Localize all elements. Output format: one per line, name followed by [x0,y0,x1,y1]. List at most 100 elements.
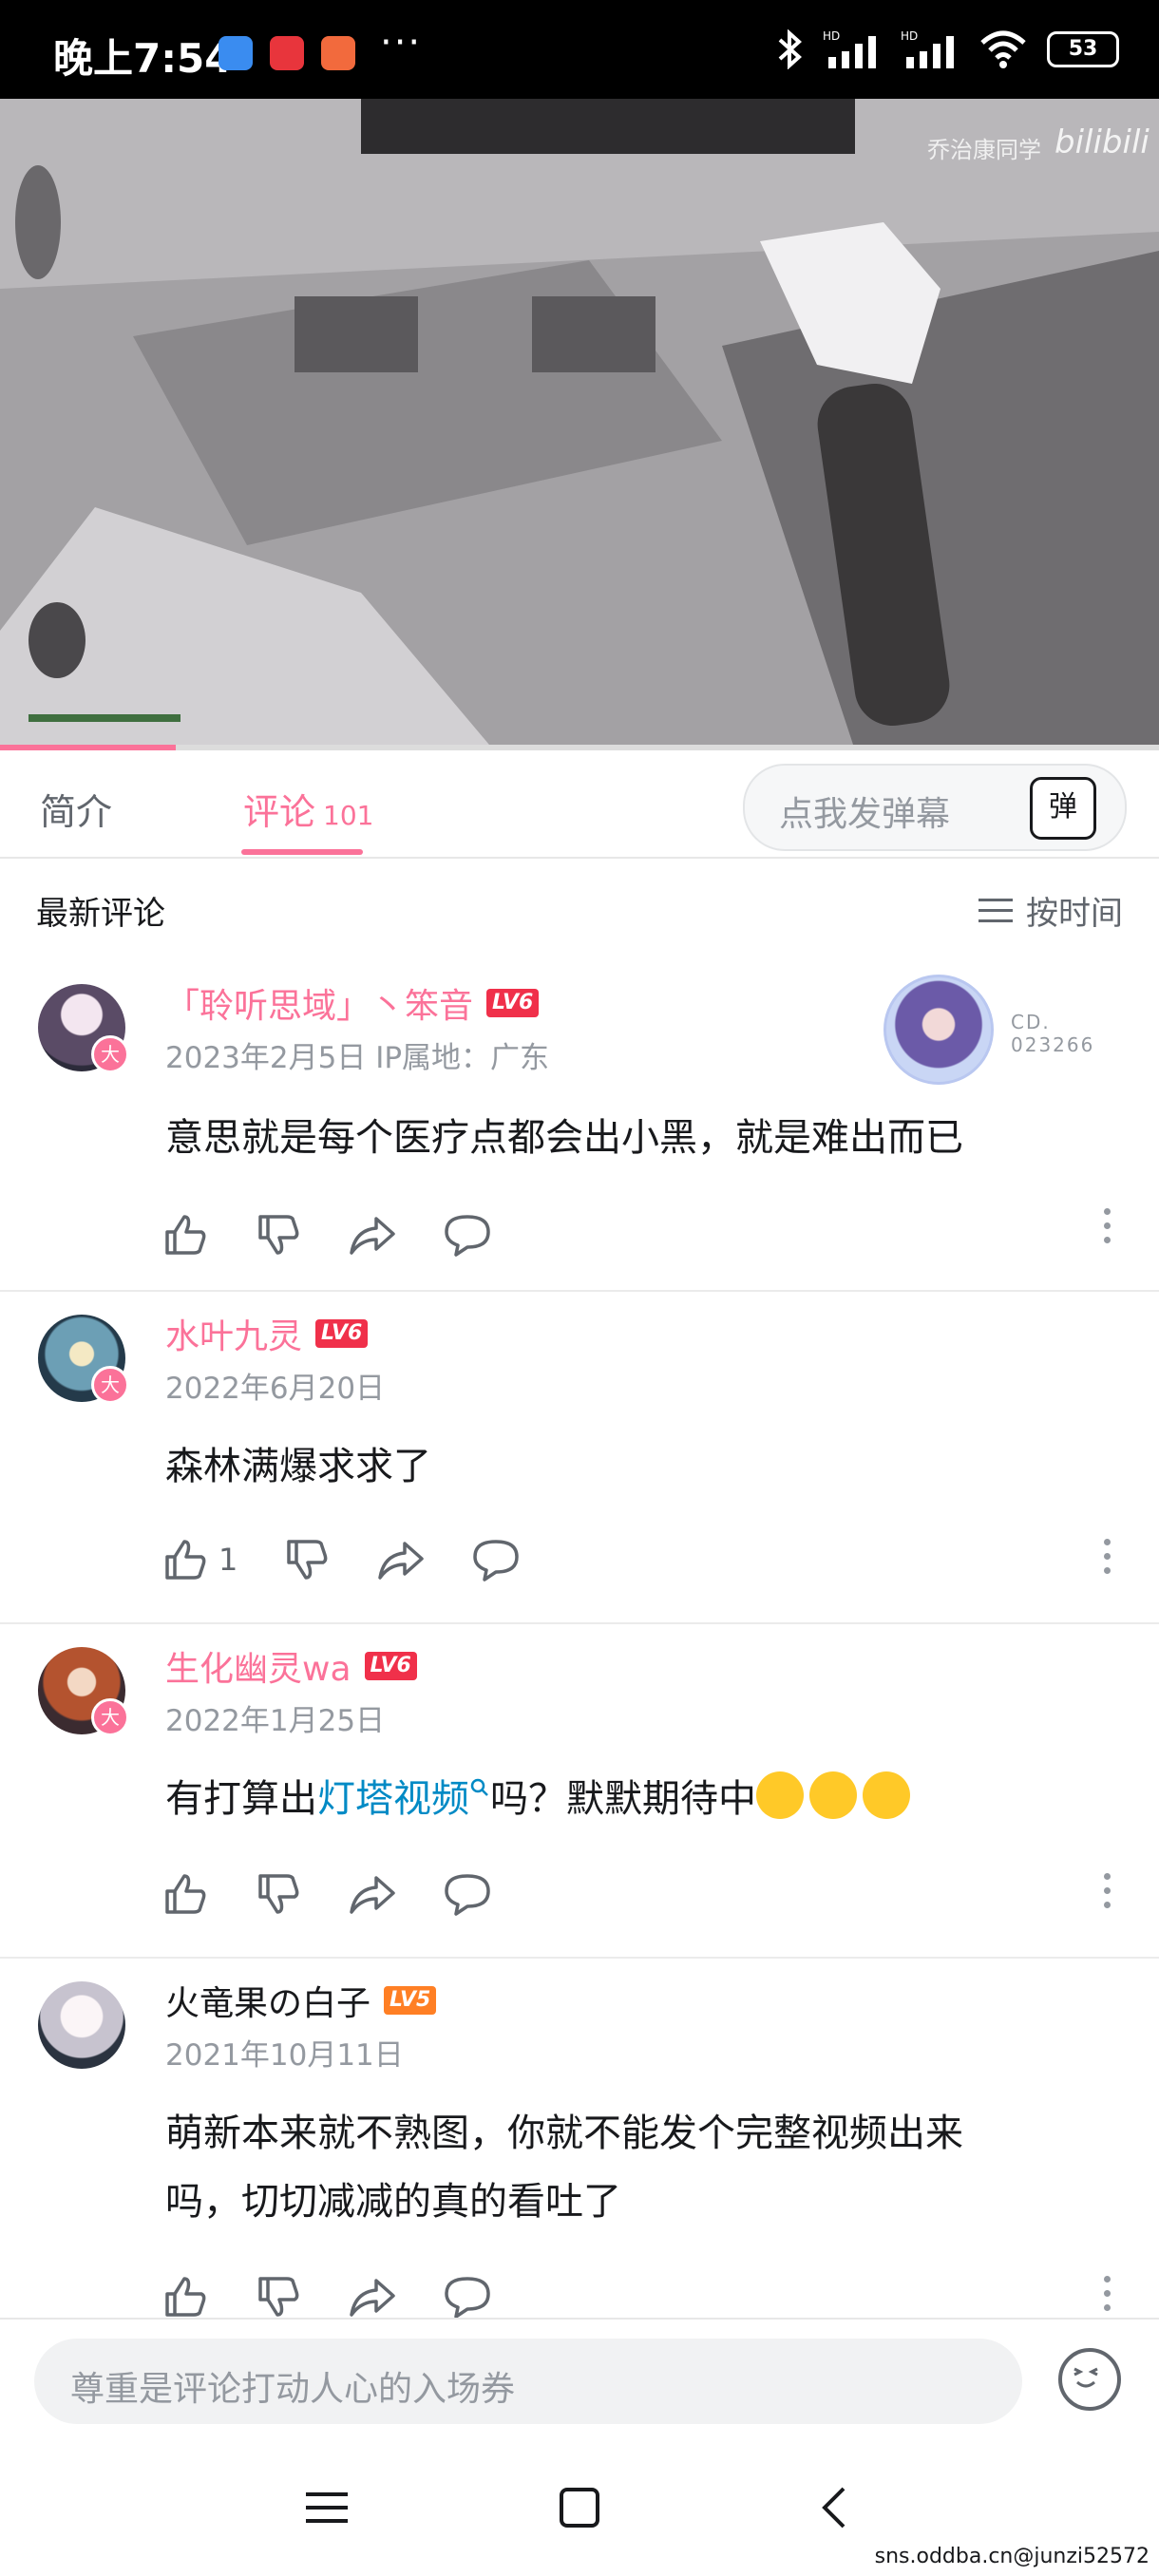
tab-comments-count: 101 [323,800,374,831]
reply-button[interactable] [443,1206,492,1263]
tab-comments-label: 评论 [243,791,316,833]
more-options-icon[interactable] [1104,1539,1112,1574]
share-button[interactable] [348,1866,397,1923]
comment-date: 2021年10月11日 [165,2038,404,2073]
app-notification-icon-orange [321,36,355,70]
fan-decoration-number: CD. 023266 [1011,1011,1094,1056]
comment-date: 2023年2月5日 IP属地：广东 [165,1041,550,1075]
more-options-icon[interactable] [1104,1873,1112,1908]
home-icon[interactable] [559,2487,600,2529]
dislike-button[interactable] [255,1866,302,1923]
hug-emoji-icon [809,1771,857,1819]
level-badge: LV5 [384,1986,437,2015]
video-frame [0,99,1159,750]
sort-option-label: 按时间 [1026,895,1123,933]
share-button[interactable] [348,1206,397,1263]
username-text: 火竜果の白子 [165,1984,371,2023]
app-notification-icon-blue [218,36,253,70]
active-tab-indicator [241,849,363,855]
level-badge: LV6 [486,989,540,1017]
thumbs-up-icon [165,1540,206,1580]
like-button[interactable] [162,1866,209,1923]
reply-button[interactable] [443,2268,492,2325]
app-notification-icon-red [270,36,304,70]
danmaku-input[interactable]: 点我发弹幕 弹 [743,764,1127,851]
comment-actions [162,1206,538,1263]
share-button[interactable] [348,2268,397,2325]
sort-by-time-button[interactable]: 按时间 [978,887,1123,934]
dislike-button[interactable] [255,1206,302,1263]
comment-input[interactable]: 尊重是评论打动人心的入场券 [34,2339,1022,2424]
thumbs-down-icon [258,1874,299,1914]
status-bar: 晚上7:54 ··· HD HD 53 [0,0,1159,99]
svg-text:HD: HD [901,29,918,43]
like-count: 1 [218,1542,238,1578]
hug-emoji-icon [756,1771,804,1819]
more-notifications-indicator: ··· [380,21,423,65]
menu-icon[interactable] [306,2489,348,2527]
share-icon [350,2279,395,2317]
dislike-button[interactable] [283,1531,331,1588]
battery-icon: 53 [1047,31,1119,67]
video-player[interactable]: 乔治康同学 bilibili [0,99,1159,750]
share-icon [378,1542,425,1580]
comment-bubble-icon [473,1540,520,1582]
tab-intro[interactable]: 简介 [40,783,112,835]
comment-text: 萌新本来就不熟图，你就不能发个完整视频出来 吗，切切减减的真的看吐了 [165,2099,1077,2236]
danmaku-toggle-icon[interactable]: 弹 [1030,777,1096,840]
svg-text:HD: HD [823,29,840,43]
comment-item: 大 水叶九灵 LV6 2022年6月20日 森林满爆求求了 1 [0,1290,1159,1624]
hug-emoji-icon [863,1771,910,1819]
username-text: 水叶九灵 [165,1317,303,1356]
comment-bubble-icon [445,2277,490,2319]
comment-sort-bar: 最新评论 按时间 [0,859,1159,959]
cellular-signal-2-icon: HD [901,29,954,68]
system-nav-bar: sns.oddba.cn@junzi52572 [0,2441,1159,2576]
level-badge: LV6 [364,1652,417,1680]
username-text: 「聆听思域」丶笨音 [165,987,474,1026]
decor-text-line2: 023266 [1011,1033,1095,1056]
thumbs-down-icon [287,1540,328,1580]
comment-username[interactable]: 「聆听思域」丶笨音 LV6 [165,978,540,1028]
comment-actions [162,1866,538,1923]
cellular-signal-icon: HD [823,29,876,68]
username-text: 生化幽灵wa [165,1650,352,1689]
source-watermark: sns.oddba.cn@junzi52572 [874,2545,1150,2568]
comment-item: 大 生化幽灵wa LV6 2022年1月25日 有打算出灯塔视频 吗？默默期待中 [0,1622,1159,1959]
reply-button[interactable] [443,1866,492,1923]
comment-input-bar: 尊重是评论打动人心的入场券 [0,2318,1159,2443]
emoji-button-icon[interactable] [1058,2348,1121,2411]
thumbs-up-icon [165,1874,206,1914]
comment-text-line: 吗，切切减减的真的看吐了 [165,2180,621,2224]
share-button[interactable] [376,1531,426,1588]
back-icon[interactable] [819,2485,847,2530]
comment-text-part: 有打算出 [165,1777,317,1821]
thumbs-down-icon [258,1215,299,1255]
comment-username[interactable]: 生化幽灵wa LV6 [165,1641,417,1691]
dislike-button[interactable] [255,2268,302,2325]
fan-decoration-avatar [884,975,994,1085]
comment-item: 大 「聆听思域」丶笨音 LV6 2023年2月5日 IP属地：广东 CD. 023… [0,959,1159,1292]
tab-comments[interactable]: 评论 101 [243,783,373,835]
comment-text-part: 吗？默默期待中 [490,1777,756,1821]
search-icon[interactable] [469,1777,490,1806]
avatar[interactable] [38,1981,125,2069]
like-button[interactable] [162,1206,209,1263]
thumbs-up-icon [165,2277,206,2317]
user-badge-icon: 大 [91,1366,129,1404]
share-icon [350,1217,395,1255]
sort-list-icon [978,898,1013,922]
reply-button[interactable] [471,1531,521,1588]
comment-username[interactable]: 火竜果の白子 LV5 [165,1976,437,2025]
more-options-icon[interactable] [1104,2276,1112,2311]
like-button[interactable]: 1 [162,1531,238,1588]
comment-date: 2022年6月20日 [165,1372,386,1406]
bluetooth-icon [778,29,802,69]
like-button[interactable] [162,2268,209,2325]
comment-text: 意思就是每个医疗点都会出小黑，就是难出而已 [165,1116,963,1160]
comment-text-line: 萌新本来就不熟图，你就不能发个完整视频出来 [165,2112,963,2155]
search-keyword-link[interactable]: 灯塔视频 [317,1777,469,1821]
more-options-icon[interactable] [1104,1208,1112,1243]
comment-input-placeholder: 尊重是评论打动人心的入场券 [70,2370,516,2409]
comment-username[interactable]: 水叶九灵 LV6 [165,1309,369,1358]
